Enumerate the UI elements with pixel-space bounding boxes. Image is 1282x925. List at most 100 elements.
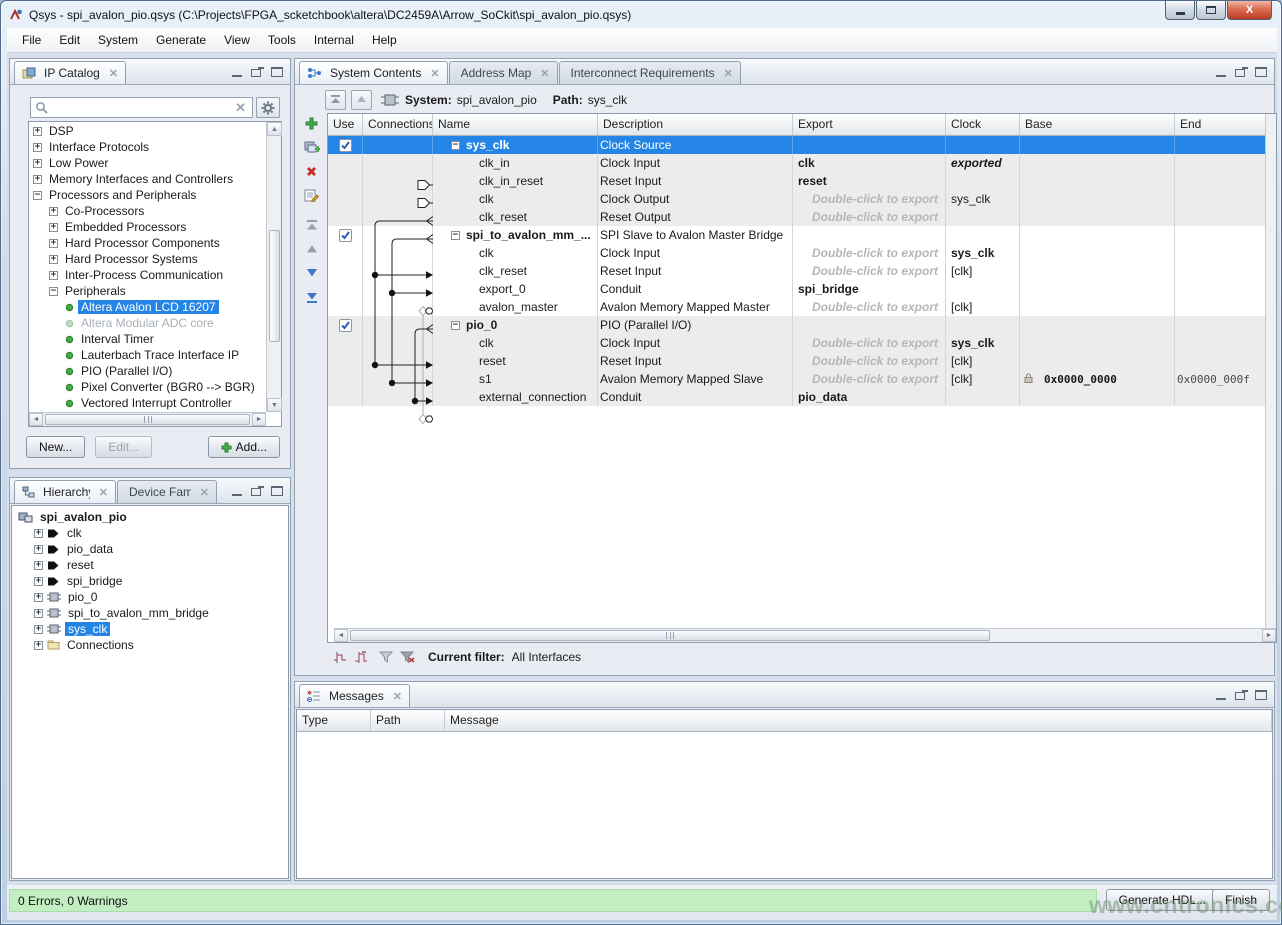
tree-item-dsp[interactable]: +DSP	[31, 123, 265, 139]
column-header-connections[interactable]: Connections	[363, 114, 433, 135]
clock-value[interactable]: sys_clk	[948, 192, 990, 206]
clock-value[interactable]: [clk]	[948, 354, 972, 368]
table-hscrollbar[interactable]: ◄ ►	[334, 628, 1276, 642]
menu-help[interactable]: Help	[363, 29, 406, 51]
export-cell[interactable]: Double-click to export	[793, 334, 946, 352]
export-cell[interactable]: Double-click to export	[793, 262, 946, 280]
clear-search-icon[interactable]: ✕	[233, 100, 248, 116]
tree-item-clk[interactable]: +clk	[16, 525, 286, 541]
menu-file[interactable]: File	[13, 29, 50, 51]
expand-icon[interactable]: +	[33, 143, 42, 152]
component-row[interactable]: −pio_0PIO (Parallel I/O)	[328, 316, 1265, 334]
collapse-icon[interactable]: −	[33, 191, 42, 200]
move-to-top-button[interactable]	[325, 90, 346, 110]
column-header-export[interactable]: Export	[793, 114, 946, 135]
scroll-left-icon[interactable]: ◄	[29, 413, 43, 426]
export-cell[interactable]: pio_data	[793, 388, 946, 406]
column-header-use[interactable]: Use	[328, 114, 363, 135]
expand-icon[interactable]: +	[34, 561, 43, 570]
scroll-down-icon[interactable]: ▼	[267, 398, 282, 412]
tree-item-spi-avalon-pio[interactable]: spi_avalon_pio	[16, 509, 286, 525]
tree-item-peripherals[interactable]: −Peripherals	[31, 283, 265, 299]
panel-maximize-icon[interactable]	[270, 485, 284, 497]
interface-row[interactable]: clkClock InputDouble-click to exportsys_…	[328, 334, 1265, 352]
interface-row[interactable]: clkClock InputDouble-click to exportsys_…	[328, 244, 1265, 262]
move-bottom-icon[interactable]	[303, 289, 321, 305]
tree-item-lauterbach-trace-interface-ip[interactable]: Lauterbach Trace Interface IP	[31, 347, 265, 363]
panel-float-icon[interactable]	[250, 485, 264, 497]
interface-row[interactable]: avalon_masterAvalon Memory Mapped Master…	[328, 298, 1265, 316]
remove-component-icon[interactable]	[303, 163, 321, 179]
column-header-clock[interactable]: Clock	[946, 114, 1020, 135]
waveform-icon[interactable]	[333, 651, 347, 664]
interface-row[interactable]: export_0Conduitspi_bridge	[328, 280, 1265, 298]
export-cell[interactable]: Double-click to export	[793, 208, 946, 226]
scroll-left-icon[interactable]: ◄	[334, 629, 348, 642]
tree-item-connections[interactable]: +Connections	[16, 637, 286, 653]
expand-icon[interactable]: +	[34, 625, 43, 634]
tab-close-icon[interactable]: ✕	[200, 486, 209, 499]
panel-minimize-icon[interactable]	[1214, 66, 1228, 78]
expand-icon[interactable]: +	[34, 577, 43, 586]
expand-icon[interactable]: +	[49, 239, 58, 248]
clock-value[interactable]: [clk]	[948, 300, 972, 314]
tree-item-spi-bridge[interactable]: +spi_bridge	[16, 573, 286, 589]
tab-close-icon[interactable]: ✕	[109, 67, 118, 80]
clear-filter-icon[interactable]	[400, 651, 415, 663]
menu-internal[interactable]: Internal	[305, 29, 363, 51]
maximize-button[interactable]	[1196, 1, 1226, 20]
expand-icon[interactable]: +	[49, 255, 58, 264]
panel-maximize-icon[interactable]	[1254, 689, 1268, 701]
export-cell[interactable]: Double-click to export	[793, 352, 946, 370]
tree-item-pio-parallel-i-o-[interactable]: PIO (Parallel I/O)	[31, 363, 265, 379]
interface-row[interactable]: clkClock OutputDouble-click to exportsys…	[328, 190, 1265, 208]
export-cell[interactable]: clk	[793, 154, 946, 172]
export-placeholder[interactable]: Double-click to export	[812, 210, 943, 224]
menu-system[interactable]: System	[89, 29, 147, 51]
tab-ip-catalog[interactable]: IP Catalog ✕	[14, 61, 126, 84]
tree-item-pio-data[interactable]: +pio_data	[16, 541, 286, 557]
search-field[interactable]: ✕	[30, 97, 253, 118]
expand-icon[interactable]: +	[49, 207, 58, 216]
use-checkbox[interactable]	[339, 229, 352, 242]
component-row[interactable]: −sys_clkClock Source	[328, 136, 1265, 154]
tab-close-icon[interactable]: ✕	[540, 67, 549, 80]
scroll-up-icon[interactable]: ▲	[267, 122, 282, 136]
tree-item-low-power[interactable]: +Low Power	[31, 155, 265, 171]
column-header-message[interactable]: Message	[445, 710, 1272, 731]
export-cell[interactable]: Double-click to export	[793, 244, 946, 262]
panel-maximize-icon[interactable]	[270, 66, 284, 78]
tab-close-icon[interactable]: ✕	[430, 67, 439, 80]
generate-hdl-button[interactable]: Generate HDL...	[1106, 889, 1219, 911]
export-placeholder[interactable]: Double-click to export	[812, 246, 943, 260]
clock-value[interactable]: [clk]	[948, 372, 972, 386]
export-value[interactable]: pio_data	[795, 390, 847, 404]
export-placeholder[interactable]: Double-click to export	[812, 372, 943, 386]
component-row[interactable]: −spi_to_avalon_mm_...SPI Slave to Avalon…	[328, 226, 1265, 244]
collapse-icon[interactable]: −	[451, 321, 460, 330]
tree-item-co-processors[interactable]: +Co-Processors	[31, 203, 265, 219]
export-placeholder[interactable]: Double-click to export	[812, 336, 943, 350]
panel-float-icon[interactable]	[250, 66, 264, 78]
timing-icon[interactable]	[354, 651, 368, 664]
tree-item-interface-protocols[interactable]: +Interface Protocols	[31, 139, 265, 155]
expand-icon[interactable]: +	[34, 641, 43, 650]
tab-device-family[interactable]: Device Family ✕	[117, 480, 217, 503]
interface-row[interactable]: clk_in_resetReset Inputreset	[328, 172, 1265, 190]
export-cell[interactable]	[793, 316, 946, 334]
search-options-button[interactable]	[256, 97, 280, 118]
scroll-right-icon[interactable]: ►	[252, 413, 266, 426]
export-placeholder[interactable]: Double-click to export	[812, 192, 943, 206]
expand-icon[interactable]: +	[33, 127, 42, 136]
panel-minimize-icon[interactable]	[230, 66, 244, 78]
clock-value[interactable]: sys_clk	[948, 246, 994, 260]
tree-item-altera-modular-adc-core[interactable]: Altera Modular ADC core	[31, 315, 265, 331]
column-header-description[interactable]: Description	[598, 114, 793, 135]
expand-icon[interactable]: +	[49, 223, 58, 232]
export-cell[interactable]: spi_bridge	[793, 280, 946, 298]
interface-row[interactable]: s1Avalon Memory Mapped SlaveDouble-click…	[328, 370, 1265, 388]
panel-maximize-icon[interactable]	[1254, 66, 1268, 78]
vscroll-thumb[interactable]	[269, 230, 280, 342]
interface-row[interactable]: resetReset InputDouble-click to export[c…	[328, 352, 1265, 370]
tab-messages[interactable]: Messages ✕	[299, 684, 410, 707]
